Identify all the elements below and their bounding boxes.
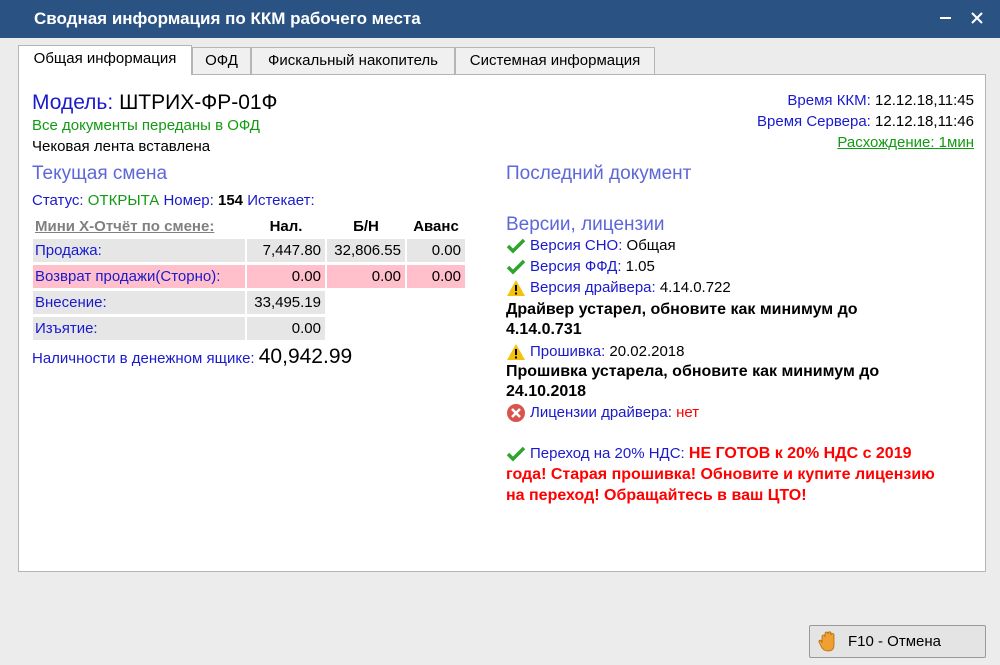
ffd-value: 1.05 (625, 258, 655, 275)
shift-expires-label: Истекает: (247, 192, 315, 209)
tape-status: Чековая лента вставлена (32, 138, 211, 155)
firmware-warning-line1: Прошивка устарела, обновите как минимум … (506, 363, 880, 380)
row-deposit-cash: 33,495.19 (247, 291, 325, 314)
cashbox-value: 40,942.99 (258, 345, 353, 368)
row-return-cash: 0.00 (247, 265, 325, 288)
firmware-line: Прошивка: 20.02.2018 (530, 343, 685, 360)
tab-fiscal-storage[interactable]: Фискальный накопитель (251, 47, 455, 74)
warning-icon (506, 342, 526, 362)
shift-number-label: Номер: (163, 192, 214, 209)
cancel-button-label: F10 - Отмена (848, 633, 941, 650)
cashbox-label: Наличности в денежном ящике: (32, 350, 255, 367)
kkm-time: Время ККМ: 12.12.18,11:45 (787, 92, 974, 109)
check-icon (506, 236, 526, 256)
model-value: ШТРИХ-ФР-01Ф (119, 91, 278, 114)
shift-status-line: Статус: ОТКРЫТА Номер: 154 Истекает: (32, 192, 315, 209)
row-return-card: 0.00 (327, 265, 405, 288)
close-icon[interactable] (965, 6, 989, 30)
last-document-heading: Последний документ (506, 163, 692, 184)
row-return-advance: 0.00 (407, 265, 465, 288)
driver-warning-line2: 4.14.0.731 (506, 321, 582, 338)
window-titlebar: Сводная информация по ККМ рабочего места (0, 0, 1000, 38)
row-sale-card: 32,806.55 (327, 239, 405, 262)
vat-status-line2: года! Старая прошивка! Обновите и купите… (506, 466, 935, 483)
sno-line: Версия СНО: Общая (530, 237, 676, 254)
license-label: Лицензии драйвера: (530, 404, 672, 421)
vat-line1: Переход на 20% НДС: НЕ ГОТОВ к 20% НДС с… (530, 445, 912, 463)
tab-general-info[interactable]: Общая информация (18, 45, 192, 75)
shift-heading: Текущая смена (32, 163, 168, 184)
cashbox-line: Наличности в денежном ящике: 40,942.99 (32, 345, 352, 369)
error-icon (506, 403, 526, 423)
driver-version-label: Версия драйвера: (530, 279, 656, 296)
model-line: Модель: ШТРИХ-ФР-01Ф (32, 91, 278, 115)
time-difference: Расхождение: 1мин (837, 134, 974, 151)
hand-stop-icon (818, 631, 838, 652)
sno-value: Общая (626, 237, 676, 254)
minimize-icon[interactable] (934, 6, 958, 30)
license-line: Лицензии драйвера: нет (530, 404, 699, 421)
versions-heading: Версии, лицензии (506, 214, 665, 235)
vat-label: Переход на 20% НДС: (530, 445, 685, 462)
row-sale-label: Продажа: (33, 239, 245, 262)
row-withdrawal-cash: 0.00 (247, 317, 325, 340)
shift-status-label: Статус: (32, 192, 84, 209)
warning-icon (506, 278, 526, 298)
kkm-time-label: Время ККМ: (787, 92, 871, 109)
general-info-panel: Модель: ШТРИХ-ФР-01Ф Все документы перед… (18, 74, 986, 572)
row-sale-advance: 0.00 (407, 239, 465, 262)
row-sale-cash: 7,447.80 (247, 239, 325, 262)
firmware-value: 20.02.2018 (609, 343, 685, 360)
ffd-line: Версия ФФД: 1.05 (530, 258, 655, 275)
firmware-label: Прошивка: (530, 343, 606, 360)
model-label: Модель: (32, 91, 114, 114)
column-cashless: Б/Н (353, 218, 379, 235)
check-icon (506, 257, 526, 277)
window-title: Сводная информация по ККМ рабочего места (34, 9, 421, 28)
ffd-label: Версия ФФД: (530, 258, 622, 275)
server-time: Время Сервера: 12.12.18,11:46 (757, 113, 974, 130)
check-icon (506, 444, 526, 464)
row-return-label: Возврат продажи(Сторно): (33, 265, 245, 288)
driver-warning-line1: Драйвер устарел, обновите как минимум до (506, 301, 858, 318)
tab-system-info[interactable]: Системная информация (455, 47, 655, 74)
firmware-warning-line2: 24.10.2018 (506, 383, 587, 400)
server-time-label: Время Сервера: (757, 113, 871, 130)
x-report-title: Мини Х-Отчёт по смене: (35, 218, 215, 235)
driver-version-value: 4.14.0.722 (659, 279, 731, 296)
driver-version-line: Версия драйвера: 4.14.0.722 (530, 279, 731, 296)
vat-status-line3: на переход! Обращайтесь в ваш ЦТО! (506, 487, 807, 504)
row-withdrawal-label: Изъятие: (33, 317, 245, 340)
vat-status-line1: НЕ ГОТОВ к 20% НДС с 2019 (688, 445, 912, 462)
row-deposit-label: Внесение: (33, 291, 245, 314)
tab-ofd[interactable]: ОФД (192, 47, 251, 74)
server-time-value: 12.12.18,11:46 (875, 113, 974, 130)
cancel-button[interactable]: F10 - Отмена (809, 625, 986, 658)
shift-number-value: 154 (217, 192, 244, 209)
kkm-time-value: 12.12.18,11:45 (875, 92, 974, 109)
license-value: нет (676, 404, 700, 421)
ofd-status: Все документы переданы в ОФД (32, 117, 260, 134)
shift-status-value: ОТКРЫТА (87, 192, 160, 209)
sno-label: Версия СНО: (530, 237, 623, 254)
column-advance: Аванс (413, 218, 459, 235)
column-cash: Нал. (269, 218, 303, 235)
